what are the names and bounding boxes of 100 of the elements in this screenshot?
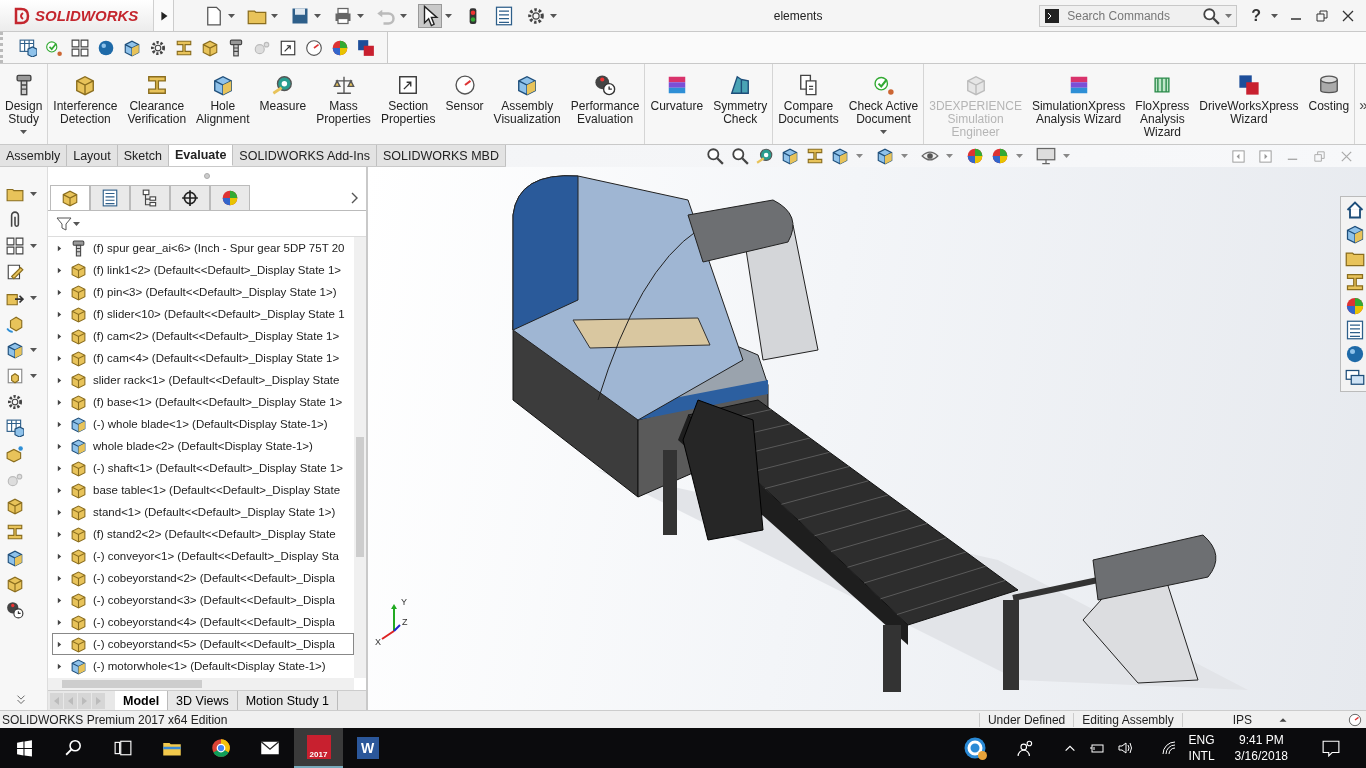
chat-icon[interactable] [1345, 368, 1365, 388]
caret-icon[interactable] [30, 373, 37, 378]
color-ball-icon[interactable] [990, 147, 1009, 165]
panel-tab[interactable] [170, 185, 210, 210]
filter-icon[interactable] [56, 215, 72, 232]
select-button[interactable] [419, 4, 441, 27]
clock-date[interactable]: 3/16/2018 [1234, 748, 1288, 764]
ribbon-button[interactable]: SimulationXpress Analysis Wizard [1026, 64, 1131, 144]
squares-icon[interactable] [357, 38, 375, 57]
restore-icon[interactable] [1314, 7, 1330, 24]
horizontal-scrollbar[interactable] [48, 678, 354, 690]
caret-icon[interactable] [30, 347, 37, 352]
sphere-icon[interactable] [97, 38, 115, 57]
color-ball-icon[interactable] [965, 147, 984, 165]
notification-icon[interactable] [1322, 739, 1340, 757]
caret-icon[interactable] [20, 130, 28, 134]
tree-item[interactable]: (-) whole blade<1> (Default<Display State-1>) [52, 413, 354, 435]
search-field[interactable]: Search Commands [1039, 4, 1238, 27]
bolt-icon[interactable] [227, 38, 245, 57]
panel-tab[interactable] [130, 185, 170, 210]
word-icon[interactable]: W [356, 737, 379, 759]
settings-icon[interactable] [149, 38, 167, 57]
ribbon-button[interactable]: Sensor [440, 64, 489, 144]
tree-item[interactable]: whole blade<2> (Default<Display State-1>) [52, 435, 354, 457]
tape-measure-icon[interactable] [755, 147, 774, 165]
beam-icon[interactable] [805, 147, 824, 165]
expand-arrow-icon[interactable] [55, 507, 64, 517]
beam-icon[interactable] [1345, 272, 1365, 292]
windows-icon[interactable] [16, 739, 33, 757]
grid-icon[interactable] [71, 38, 89, 57]
expand-arrow-icon[interactable] [55, 309, 64, 319]
tree-item[interactable]: (f) pin<3> (Default<<Default>_Display State 1>) [52, 281, 354, 303]
magnifier-icon[interactable] [705, 147, 724, 165]
expand-arrow-icon[interactable] [55, 397, 64, 407]
units-button[interactable]: IPS [1181, 712, 1276, 727]
expand-arrow-icon[interactable] [55, 463, 64, 473]
ribbon-button[interactable]: Hole Alignment [191, 64, 255, 144]
color-ball-icon[interactable] [331, 38, 349, 57]
expand-arrow-icon[interactable] [55, 419, 64, 429]
ribbon-button[interactable]: FloXpress Analysis Wizard [1130, 64, 1195, 144]
help-button[interactable]: ? [1251, 6, 1261, 25]
rotate-cube-icon[interactable] [6, 314, 24, 333]
task-view-icon[interactable] [113, 739, 132, 757]
cube-icon[interactable] [123, 38, 141, 57]
gauge-icon[interactable] [1348, 712, 1362, 727]
vertical-scrollbar[interactable] [354, 237, 366, 678]
volume-icon[interactable] [1116, 740, 1133, 756]
tree-item[interactable]: (-) cobeyorstand<2> (Default<<Default>_Displa [52, 567, 354, 589]
expand-arrow-icon[interactable] [55, 441, 64, 451]
printer-icon[interactable] [333, 5, 353, 26]
beam-icon[interactable] [175, 38, 193, 57]
cube-icon[interactable] [830, 147, 849, 165]
expand-arrow-icon[interactable] [55, 265, 64, 275]
caret-icon[interactable] [1015, 154, 1023, 158]
caret-icon[interactable] [73, 221, 80, 226]
home-icon[interactable] [1345, 200, 1365, 220]
stopwatch-icon[interactable] [6, 600, 24, 619]
tree-item[interactable]: (-) motorwhole<1> (Default<Display State-1>) [52, 655, 354, 677]
cube-icon[interactable] [6, 548, 24, 567]
ribbon-button[interactable]: Curvature [645, 64, 709, 144]
cube-icon[interactable] [6, 574, 24, 593]
caret-icon[interactable] [357, 13, 364, 18]
magnifier-icon[interactable] [730, 147, 749, 165]
search-icon[interactable] [64, 739, 83, 757]
ribbon-button[interactable]: Assembly Visualization [488, 64, 566, 144]
tree-item[interactable]: (-) shaft<1> (Default<<Default>_Display State 1> [52, 457, 354, 479]
expand-arrow-icon[interactable] [55, 485, 64, 495]
sphere-icon[interactable] [1345, 344, 1365, 364]
tree-item[interactable]: (f) base<1> (Default<<Default>_Display State 1> [52, 391, 354, 413]
ribbon-button[interactable]: Measure [254, 64, 312, 144]
ribbon-button[interactable]: Interference Detection [48, 64, 123, 144]
ribbon-button[interactable]: Performance Evaluation [565, 64, 645, 144]
expand-arrow-icon[interactable] [55, 353, 64, 363]
tree-item[interactable]: (f) slider<10> (Default<<Default>_Display State 1 [52, 303, 354, 325]
caret-icon[interactable] [1062, 154, 1070, 158]
tree-item[interactable]: slider rack<1> (Default<<Default>_Display State [52, 369, 354, 391]
magnifier-icon[interactable] [1202, 6, 1221, 25]
list-icon[interactable] [494, 5, 514, 26]
expand-arrow-icon[interactable] [55, 595, 64, 605]
color-ball-icon[interactable] [1345, 296, 1365, 316]
arrow-box-icon[interactable] [279, 38, 297, 57]
tree-item[interactable]: stand<1> (Default<<Default>_Display State 1>) [52, 501, 354, 523]
expand-arrow-icon[interactable] [55, 331, 64, 341]
expand-arrow-icon[interactable] [55, 661, 64, 671]
expand-arrow-icon[interactable] [55, 639, 64, 649]
tree-item[interactable]: (-) conveyor<1> (Default<<Default>_Display Sta [52, 545, 354, 567]
caret-icon[interactable] [945, 154, 953, 158]
tree-item[interactable]: (f) spur gear_ai<6> (Inch - Spur gear 5DP 75T 20 [52, 237, 354, 259]
ribbon-button[interactable]: Design Study [0, 64, 48, 144]
browser-icon[interactable] [210, 738, 231, 758]
expand-arrow-icon[interactable] [55, 573, 64, 583]
table-icon[interactable] [19, 38, 37, 57]
expand-arrow-icon[interactable] [55, 287, 64, 297]
chevron-right-icon[interactable] [350, 191, 360, 204]
caret-icon[interactable] [900, 154, 908, 158]
ribbon-button[interactable]: Section Properties [375, 64, 441, 144]
tree-item[interactable]: (-) cobeyorstand<3> (Default<<Default>_Displa [52, 589, 354, 611]
tree-item[interactable]: (-) cobeyorstand<4> (Default<<Default>_Displa [52, 611, 354, 633]
beam-icon[interactable] [6, 522, 24, 541]
expand-arrow-icon[interactable] [55, 243, 64, 253]
